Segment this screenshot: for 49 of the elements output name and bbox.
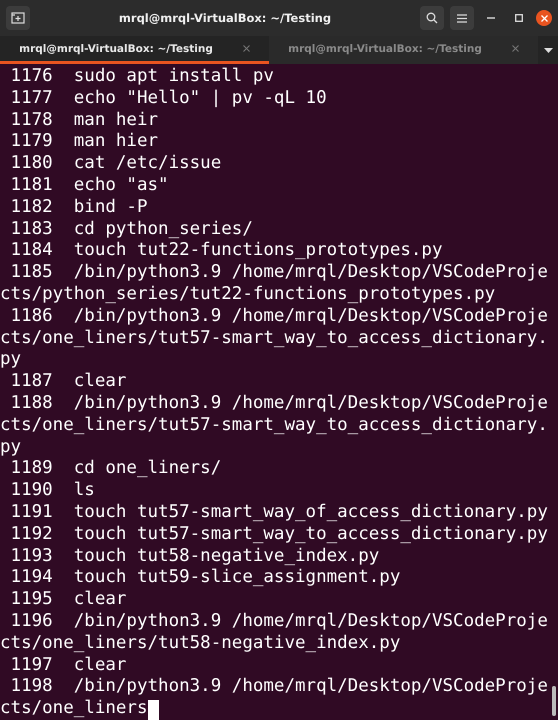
new-tab-icon (11, 12, 25, 24)
search-button[interactable] (420, 6, 444, 30)
terminal-line: 1195 clear (10, 589, 126, 611)
tab-label: mrql@mrql-VirtualBox: ~/Testing (19, 42, 213, 54)
close-tab-icon[interactable] (512, 45, 519, 52)
text-cursor (148, 700, 159, 720)
terminal-line: 1191 touch tut57-smart_way_of_access_dictionary.py (10, 502, 548, 524)
close-button[interactable] (536, 10, 552, 26)
terminal-line: 1198 /bin/python3.9 /home/mrql/Desktop/VSCodeProje (10, 676, 548, 698)
terminal-line: 1189 cd one_liners/ (10, 458, 222, 480)
terminal-line: 1184 touch tut22-functions_prototypes.py (10, 240, 443, 262)
terminal-line: 1183 cd python_series/ (10, 218, 253, 240)
terminal-line: 1194 touch tut59-slice_assignment.py (10, 567, 400, 590)
terminal-line: 1187 clear (10, 371, 126, 393)
new-tab-button[interactable] (6, 6, 30, 30)
terminal-line: 1190 ls (10, 480, 95, 502)
terminal-line: 1176 sudo apt install pv (10, 66, 274, 88)
terminal-line: 1197 clear (10, 654, 126, 676)
terminal-line: cts/python_series/tut22-functions_prototypes.py (0, 284, 496, 306)
terminal-line: cts/one_liners (0, 698, 148, 720)
terminal-line: py (0, 349, 22, 372)
tab-label: mrql@mrql-VirtualBox: ~/Testing (288, 42, 482, 54)
terminal-line: 1196 /bin/python3.9 /home/mrql/Desktop/VSCodeProje (10, 610, 548, 633)
terminal-line: 1179 man hier (10, 131, 158, 154)
terminal-line: 1193 touch tut58-negative_index.py (10, 546, 380, 568)
menu-button[interactable] (450, 6, 474, 30)
terminal-line: 1185 /bin/python3.9 /home/mrql/Desktop/VSCodeProje (10, 262, 548, 284)
terminal-line: cts/one_liners/tut58-negative_index.py (0, 632, 400, 655)
search-icon (426, 12, 438, 24)
window-title: mrql@mrql-VirtualBox: ~/Testing (118, 11, 332, 25)
maximize-icon (515, 14, 523, 22)
terminal-line: 1178 man heir (10, 110, 158, 132)
terminal-line: 1188 /bin/python3.9 /home/mrql/Desktop/VSCodeProje (10, 392, 548, 415)
close-icon (540, 14, 548, 22)
terminal-tab[interactable]: mrql@mrql-VirtualBox: ~/Testing (269, 36, 538, 64)
terminal-line: 1177 echo "Hello" | pv -qL 10 (10, 88, 327, 110)
terminal-line: cts/one_liners/tut57-smart_way_to_access_dictionary. (0, 328, 548, 350)
terminal-line: 1192 touch tut57-smart_way_to_access_dictionary.py (10, 524, 548, 546)
terminal-line: py (0, 436, 22, 458)
close-tab-icon[interactable] (242, 45, 250, 52)
terminal-line: 1186 /bin/python3.9 /home/mrql/Desktop/VSCodeProje (10, 306, 548, 328)
terminal-line: 1182 bind -P (10, 196, 148, 219)
terminal-line: 1180 cat /etc/issue (10, 153, 222, 175)
minimize-icon (487, 17, 495, 19)
scrollbar-thumb[interactable] (552, 686, 556, 716)
dropdown-caret-icon[interactable] (544, 48, 552, 52)
terminal-line: 1181 echo "as" (10, 174, 169, 197)
terminal-line: cts/one_liners/tut57-smart_way_to_access_dictionary. (0, 414, 548, 437)
menu-icon (457, 14, 467, 22)
